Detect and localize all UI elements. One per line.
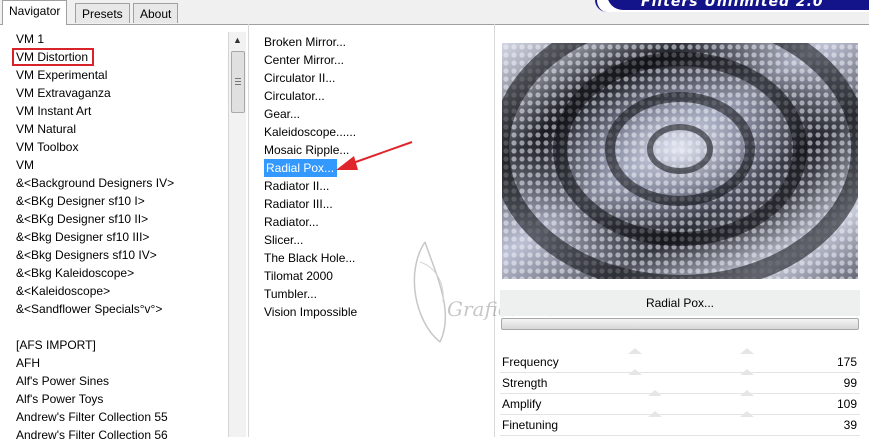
category-item[interactable]: Andrew's Filter Collection 55 [6, 408, 226, 426]
category-item[interactable]: VM Toolbox [6, 138, 226, 156]
filter-item[interactable]: Kaleidoscope...... [262, 123, 462, 141]
category-item[interactable]: VM Distortion [6, 48, 226, 66]
preview-divider [494, 24, 495, 437]
slider-marker-icon[interactable] [740, 390, 754, 396]
category-item[interactable]: VM [6, 156, 226, 174]
param-label: Finetuning [502, 418, 559, 432]
param-row-frequency[interactable]: Frequency 175 [500, 348, 860, 373]
selected-filter-item[interactable]: Radial Pox... [264, 159, 338, 177]
category-item[interactable]: Andrew's Filter Collection 56 [6, 426, 226, 444]
category-item[interactable]: VM Natural [6, 120, 226, 138]
filter-item[interactable]: Radiator II... [262, 177, 462, 195]
param-row-strength[interactable]: Strength 99 [500, 369, 860, 394]
slider-marker-icon[interactable] [628, 348, 642, 354]
progress-bar [501, 318, 859, 330]
category-item[interactable]: &<Kaleidoscope> [6, 282, 226, 300]
category-item[interactable]: &<Sandflower Specials°v°> [6, 300, 226, 318]
filter-item[interactable]: Radiator... [262, 213, 462, 231]
category-item[interactable]: &<BKg Designer sf10 II> [6, 210, 226, 228]
app-banner: Filters Unlimited 2.0 [595, 0, 869, 12]
slider-marker-icon[interactable] [648, 390, 662, 396]
category-item[interactable]: &<BKg Designer sf10 I> [6, 192, 226, 210]
category-item[interactable]: VM Instant Art [6, 102, 226, 120]
category-list[interactable]: VM 1 VM Distortion VM Experimental VM Extra… [6, 30, 226, 444]
param-value: 39 [843, 418, 857, 432]
category-item[interactable]: &<Background Designers IV> [6, 174, 226, 192]
filter-item[interactable]: Radiator III... [262, 195, 462, 213]
app-title: Filters Unlimited 2.0 [641, 0, 824, 10]
tab-about[interactable]: About [133, 3, 179, 23]
param-value: 175 [836, 355, 857, 369]
category-item[interactable]: &<Bkg Designers sf10 IV> [6, 246, 226, 264]
param-label: Strength [502, 376, 548, 390]
filter-item[interactable]: Circulator... [262, 87, 462, 105]
filter-item[interactable]: Broken Mirror... [262, 33, 462, 51]
category-item[interactable]: &<Bkg Kaleidoscope> [6, 264, 226, 282]
panel-divider [248, 24, 249, 437]
scroll-up-arrow-icon[interactable]: ▲ [229, 32, 246, 49]
filter-parameters: Frequency 175 Strength 99 Amplify 109 Finetuni… [500, 348, 860, 436]
tab-navigator[interactable]: Navigator [2, 0, 68, 25]
param-value: 99 [843, 376, 857, 390]
tab-presets[interactable]: Presets [75, 3, 130, 23]
category-spacer [6, 318, 226, 336]
slider-marker-icon[interactable] [740, 369, 754, 375]
scroll-thumb[interactable] [231, 51, 245, 113]
selected-filter-title: Radial Pox... [500, 290, 860, 316]
param-row-finetuning[interactable]: Finetuning 39 [500, 411, 860, 436]
annotation-arrow-icon [336, 141, 413, 170]
category-item[interactable]: Alf's Power Toys [6, 390, 226, 408]
category-item[interactable]: VM Experimental [6, 66, 226, 84]
param-label: Amplify [502, 397, 542, 411]
param-row-amplify[interactable]: Amplify 109 [500, 390, 860, 415]
param-value: 109 [836, 397, 857, 411]
category-item[interactable]: [AFS IMPORT] [6, 336, 226, 354]
category-item[interactable]: VM 1 [6, 30, 226, 48]
filter-item[interactable]: Center Mirror... [262, 51, 462, 69]
slider-marker-icon[interactable] [648, 411, 662, 417]
filter-item[interactable]: Circulator II... [262, 69, 462, 87]
category-item[interactable]: &<Bkg Designer sf10 III> [6, 228, 226, 246]
category-item[interactable]: AFH [6, 354, 226, 372]
selected-category-highlight[interactable]: VM Distortion [12, 48, 95, 66]
slider-marker-icon[interactable] [628, 369, 642, 375]
category-scrollbar[interactable]: ▲ [228, 32, 246, 437]
category-item[interactable]: Alf's Power Sines [6, 372, 226, 390]
filter-item[interactable]: Gear... [262, 105, 462, 123]
slider-marker-icon[interactable] [740, 348, 754, 354]
filter-preview-image [502, 43, 858, 279]
category-item[interactable]: VM Extravaganza [6, 84, 226, 102]
slider-marker-icon[interactable] [740, 411, 754, 417]
param-label: Frequency [502, 355, 559, 369]
